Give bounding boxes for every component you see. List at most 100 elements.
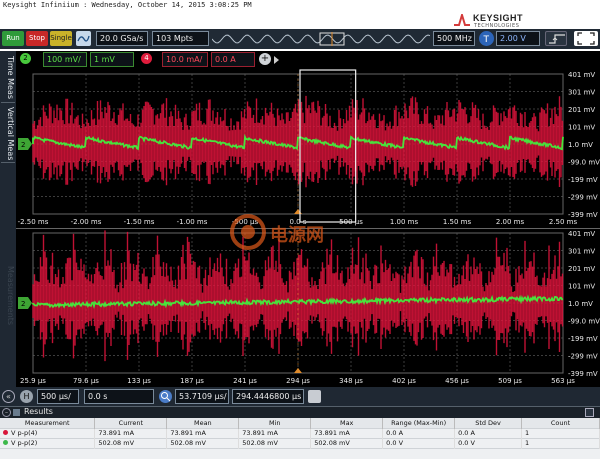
- autoscale-icon[interactable]: [76, 31, 91, 46]
- zoom-icon[interactable]: [159, 390, 172, 403]
- results-maximize-icon[interactable]: [585, 408, 594, 417]
- trigger-level-field[interactable]: 2.00 V: [496, 31, 540, 46]
- x-tick-label: 402 µs: [392, 377, 416, 385]
- horizontal-badge[interactable]: H: [20, 390, 33, 403]
- y-tick-label: 201 mV: [568, 106, 595, 114]
- side-tabs: Time Meas Vertical Meas Measurements: [0, 51, 16, 391]
- col-measurement: Measurement: [0, 418, 96, 428]
- x-tick-label: 187 µs: [180, 377, 204, 385]
- results-row[interactable]: V p-p(4) 73.891 mA 73.891 mA 73.891 mA 73.89…: [0, 428, 600, 438]
- add-channel-icon[interactable]: +: [259, 53, 271, 65]
- x-tick-label: -1.00 ms: [177, 218, 208, 226]
- y-tick-label: 401 mV: [568, 71, 595, 79]
- horizontal-position-field[interactable]: 0.0 s: [84, 389, 154, 404]
- watermark-logo: 电源网: [228, 212, 348, 252]
- watermark-text: 电源网: [270, 225, 324, 246]
- fullscreen-icon[interactable]: [574, 31, 598, 46]
- zoom-options-icon[interactable]: [308, 390, 321, 403]
- results-cell-text: 502.08 mV: [98, 439, 135, 447]
- col-max: Max: [310, 418, 384, 428]
- channel-4-badge[interactable]: 4: [141, 53, 152, 64]
- results-table-panel: Measurement Current Mean Min Max Range (…: [0, 418, 600, 459]
- single-button[interactable]: Single: [50, 31, 72, 46]
- y-tick-label: 1.0 mV: [568, 141, 593, 149]
- results-table: Measurement Current Mean Min Max Range (…: [0, 418, 600, 449]
- results-cell-text: 0.0 V: [386, 439, 404, 447]
- keysight-wave-icon: [454, 14, 470, 26]
- col-mean: Mean: [166, 418, 240, 428]
- x-tick-label: 348 µs: [339, 377, 363, 385]
- run-button[interactable]: Run: [2, 31, 24, 46]
- sample-rate-field[interactable]: 20.0 GSa/s: [96, 31, 148, 46]
- results-cell-text: 73.891 mA: [314, 429, 350, 437]
- x-tick-label: 25.9 µs: [20, 377, 46, 385]
- results-cell-text: V p-p(2): [11, 439, 38, 447]
- col-min: Min: [238, 418, 312, 428]
- results-cell-text: 73.891 mA: [98, 429, 135, 437]
- zoom-position-field[interactable]: 294.4446800 µs: [232, 389, 304, 404]
- y-tick-label: 101 mV: [568, 124, 595, 132]
- trigger-edge-icon[interactable]: [545, 31, 567, 46]
- scroll-left-icon[interactable]: «: [2, 390, 15, 403]
- results-cell: 502.08 mV: [94, 438, 168, 448]
- results-cell: 73.891 mA: [94, 428, 168, 438]
- col-std-dev: Std Dev: [454, 418, 523, 428]
- results-cell: 73.891 mA: [310, 428, 384, 438]
- channel-2-offset-field[interactable]: 1 mV: [90, 52, 134, 67]
- control-bar: Run Stop Single 20.0 GSa/s 103 Mpts 500 …: [0, 29, 600, 49]
- x-tick-label: -1.50 ms: [124, 218, 155, 226]
- channel-2-marker-label: 2: [21, 300, 25, 308]
- x-tick-label: 456 µs: [445, 377, 469, 385]
- results-row[interactable]: V p-p(2) 502.08 mV 502.08 mV 502.08 mV 502.0…: [0, 438, 600, 448]
- upper-waveform-panel[interactable]: 2 401 mV 301 mV 201 mV 101 mV 1.0 mV -99.0 mV -…: [16, 68, 600, 228]
- upper-waveform-plot: 2 401 mV 301 mV 201 mV 101 mV 1.0 mV -99.0 mV -…: [18, 69, 600, 226]
- results-header-bar: – Results: [0, 406, 600, 418]
- channel-2-marker: 2: [18, 297, 32, 309]
- x-tick-label: 563 µs: [551, 377, 575, 385]
- results-cell: 1: [521, 428, 600, 438]
- results-cell: 0.0 A: [454, 428, 523, 438]
- results-cell: 73.891 mA: [166, 428, 240, 438]
- timebase-field[interactable]: 500 µs/: [37, 389, 79, 404]
- y-tick-label: 401 mV: [568, 230, 595, 238]
- memory-depth-field[interactable]: 103 Mpts: [152, 31, 209, 46]
- results-cell: V p-p(2): [0, 438, 96, 448]
- col-range: Range (Max-Min): [382, 418, 456, 428]
- channel-2-scale-field[interactable]: 100 mV/: [43, 52, 87, 67]
- time-meas-tab[interactable]: Time Meas: [1, 53, 15, 103]
- lower-waveform-plot: 2 401 mV 301 mV 201 mV 101 mV 1.0 mV -99.0 mV -…: [18, 230, 600, 385]
- watermark-emblem-icon: [230, 214, 266, 250]
- y-tick-label: -199 mV: [568, 335, 598, 343]
- results-cell: 0.0 V: [382, 438, 456, 448]
- channel-2-marker: 2: [18, 138, 32, 150]
- channel-2-marker-label: 2: [21, 141, 25, 149]
- results-cell-text: 73.891 mA: [242, 429, 278, 437]
- y-tick-label: -299 mV: [568, 353, 598, 361]
- results-cell-text: 502.08 mV: [314, 439, 350, 447]
- channel-bar: 2 100 mV/ 1 mV 4 10.0 mA/ 0.0 A +: [16, 51, 600, 68]
- expand-arrow-icon[interactable]: [274, 56, 279, 64]
- results-cell: 502.08 mV: [310, 438, 384, 448]
- col-count: Count: [521, 418, 600, 428]
- results-cell-text: 0.0 A: [386, 429, 404, 437]
- channel-4-scale-field[interactable]: 10.0 mA/: [162, 52, 208, 67]
- channel-4-offset-field[interactable]: 0.0 A: [211, 52, 255, 67]
- series-color-dot: [3, 440, 8, 445]
- channel-2-badge[interactable]: 2: [20, 53, 31, 64]
- collapse-icon[interactable]: –: [2, 408, 11, 417]
- results-cell: 73.891 mA: [238, 428, 312, 438]
- y-tick-label: -99.0 mV: [568, 159, 600, 167]
- x-tick-label: 1.00 ms: [390, 218, 419, 226]
- x-tick-label: 2.50 ms: [549, 218, 578, 226]
- trigger-icon[interactable]: T: [479, 31, 494, 46]
- bandwidth-field[interactable]: 500 MHz: [433, 31, 475, 46]
- zoom-scale-field[interactable]: 53.7109 µs/: [175, 389, 229, 404]
- vertical-meas-tab[interactable]: Vertical Meas: [1, 105, 15, 163]
- series-color-dot: [3, 430, 8, 435]
- y-tick-label: 301 mV: [568, 89, 595, 97]
- stop-button[interactable]: Stop: [26, 31, 48, 46]
- horizontal-bar: « H 500 µs/ 0.0 s 53.7109 µs/ 294.444680…: [0, 387, 600, 406]
- results-cell-text: 0.0 V: [458, 439, 475, 447]
- measurements-tab[interactable]: Measurements: [1, 251, 15, 341]
- svg-text:T: T: [483, 35, 490, 45]
